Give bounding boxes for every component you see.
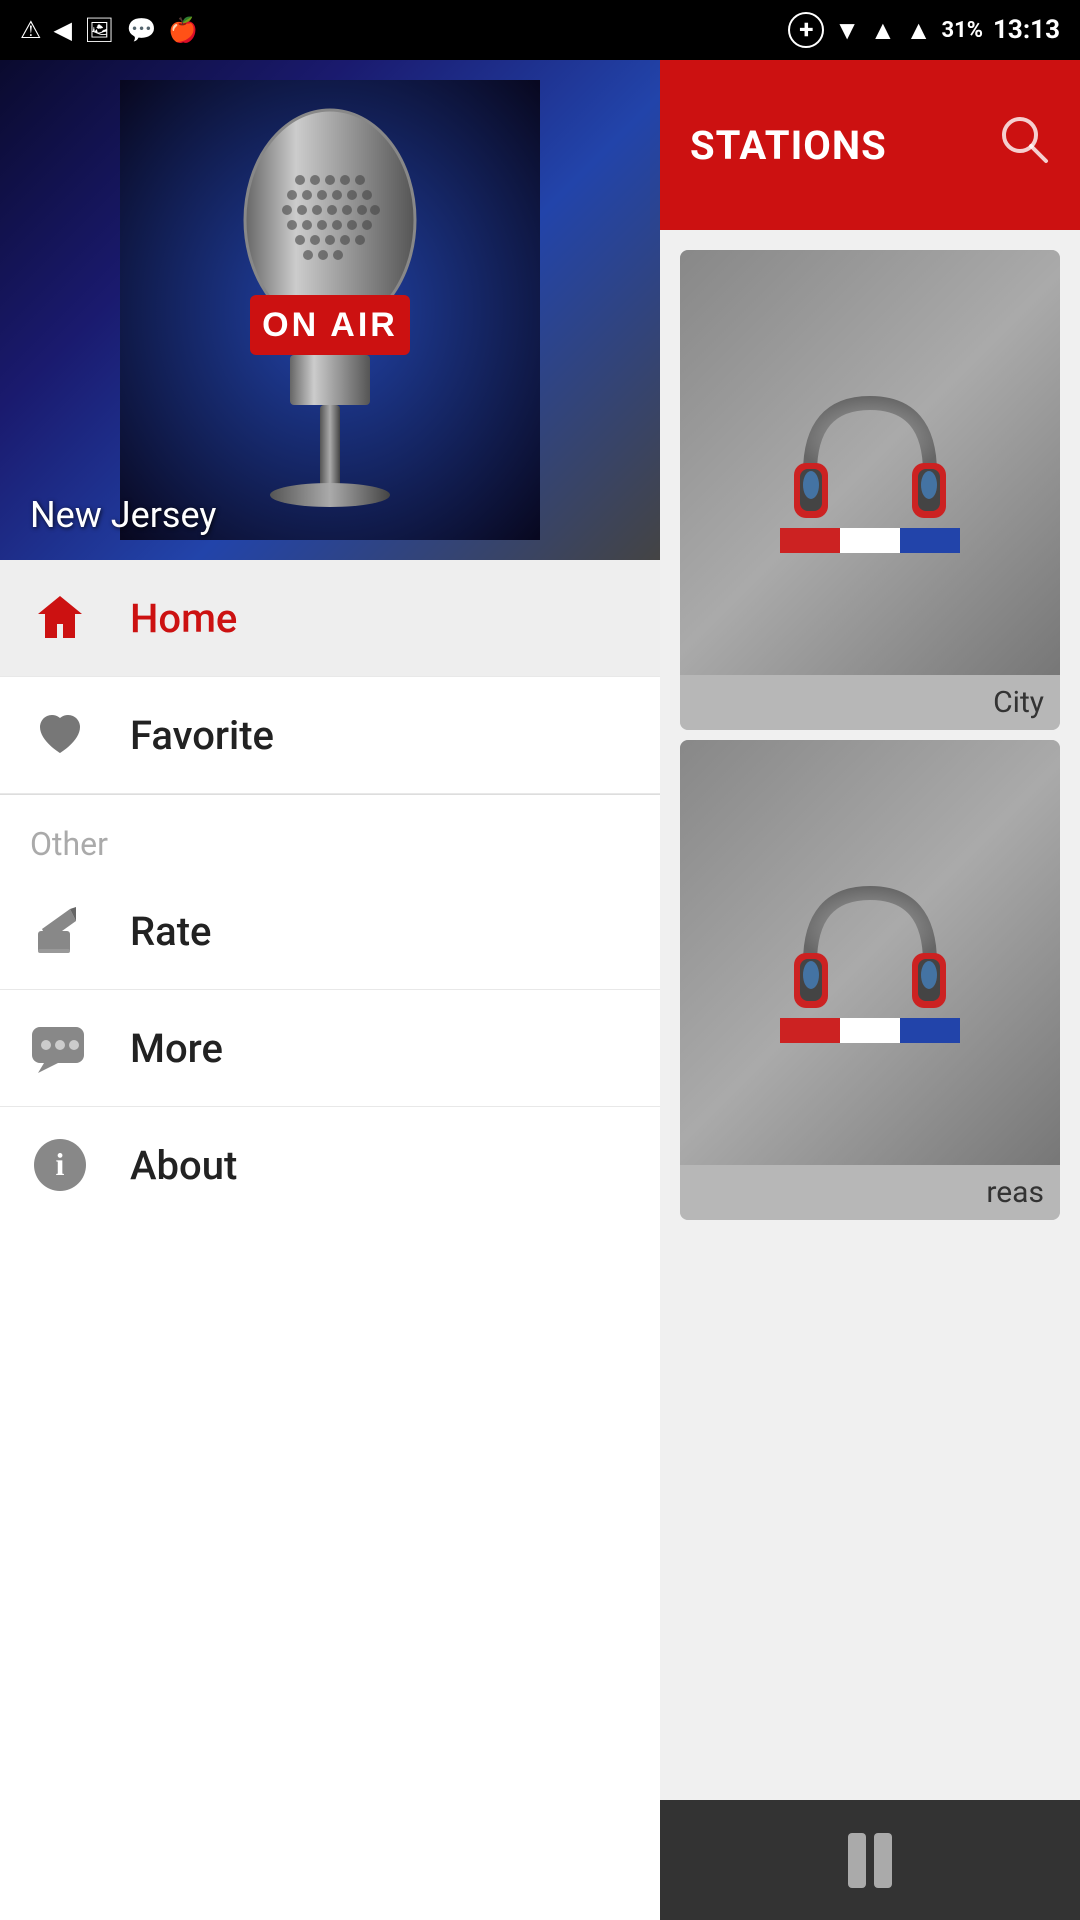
rate-icon xyxy=(30,901,90,961)
station-card-2-label: reas xyxy=(680,1165,1060,1220)
more-icon xyxy=(30,1018,90,1078)
rate-label: Rate xyxy=(130,908,211,955)
notification-icon: ⚠ xyxy=(20,16,42,44)
photo-icon: 🖼 xyxy=(84,16,114,44)
station-card-1-label: City xyxy=(680,675,1060,730)
status-bar-right: + ▼ ▲ ▲ 31% 13:13 xyxy=(788,12,1060,48)
back-icon[interactable]: ◀ xyxy=(54,16,72,44)
menu-item-about[interactable]: i About xyxy=(0,1107,660,1223)
home-label: Home xyxy=(130,595,237,642)
clock: 13:13 xyxy=(993,15,1060,45)
station-card-1[interactable]: City xyxy=(680,250,1060,730)
station-card-2[interactable]: reas xyxy=(680,740,1060,1220)
status-bar: ⚠ ◀ 🖼 💬 🍎 + ▼ ▲ ▲ 31% 13:13 xyxy=(0,0,1080,60)
home-icon xyxy=(30,588,90,648)
wifi-icon: ▼ xyxy=(834,15,860,46)
headphone-icon-1 xyxy=(780,373,960,553)
menu-section: Home Favorite Other xyxy=(0,560,660,1920)
bottom-player[interactable] xyxy=(660,1800,1080,1920)
main-container: ON AIR New Jersey xyxy=(0,60,1080,1920)
about-icon: i xyxy=(30,1135,90,1195)
menu-item-home[interactable]: Home xyxy=(0,560,660,677)
right-header-title: STATIONS xyxy=(690,122,887,169)
about-label: About xyxy=(130,1142,237,1189)
microphone-svg: ON AIR xyxy=(120,80,540,540)
menu-item-more[interactable]: More xyxy=(0,990,660,1107)
svg-text:ON AIR: ON AIR xyxy=(262,306,398,344)
add-icon: + xyxy=(788,12,824,48)
message-icon: 💬 xyxy=(126,16,156,44)
status-bar-left: ⚠ ◀ 🖼 💬 🍎 xyxy=(20,16,198,44)
right-panel: STATIONS xyxy=(660,60,1080,1920)
hero-banner: ON AIR New Jersey xyxy=(0,60,660,560)
favorite-label: Favorite xyxy=(130,712,274,759)
pause-button[interactable] xyxy=(848,1833,892,1888)
more-label: More xyxy=(130,1025,223,1072)
station-card-1-image xyxy=(680,250,1060,675)
pause-bar-left xyxy=(848,1833,866,1888)
menu-item-rate[interactable]: Rate xyxy=(0,873,660,990)
right-header: STATIONS xyxy=(660,60,1080,230)
pause-bar-right xyxy=(874,1833,892,1888)
location-label: New Jersey xyxy=(30,494,216,536)
heart-icon xyxy=(30,705,90,765)
battery-indicator: 31% xyxy=(941,18,983,43)
search-icon[interactable] xyxy=(998,113,1050,177)
station-card-2-image xyxy=(680,740,1060,1165)
other-section-label: Other xyxy=(0,795,660,873)
svg-text:i: i xyxy=(56,1146,65,1182)
android-icon: 🍎 xyxy=(168,16,198,44)
mic-container: ON AIR xyxy=(0,60,660,560)
sidebar: ON AIR New Jersey xyxy=(0,60,660,1920)
headphone-icon-2 xyxy=(780,863,960,1043)
menu-item-favorite[interactable]: Favorite xyxy=(0,677,660,794)
signal2-icon: ▲ xyxy=(906,15,932,46)
signal-icon: ▲ xyxy=(870,15,896,46)
